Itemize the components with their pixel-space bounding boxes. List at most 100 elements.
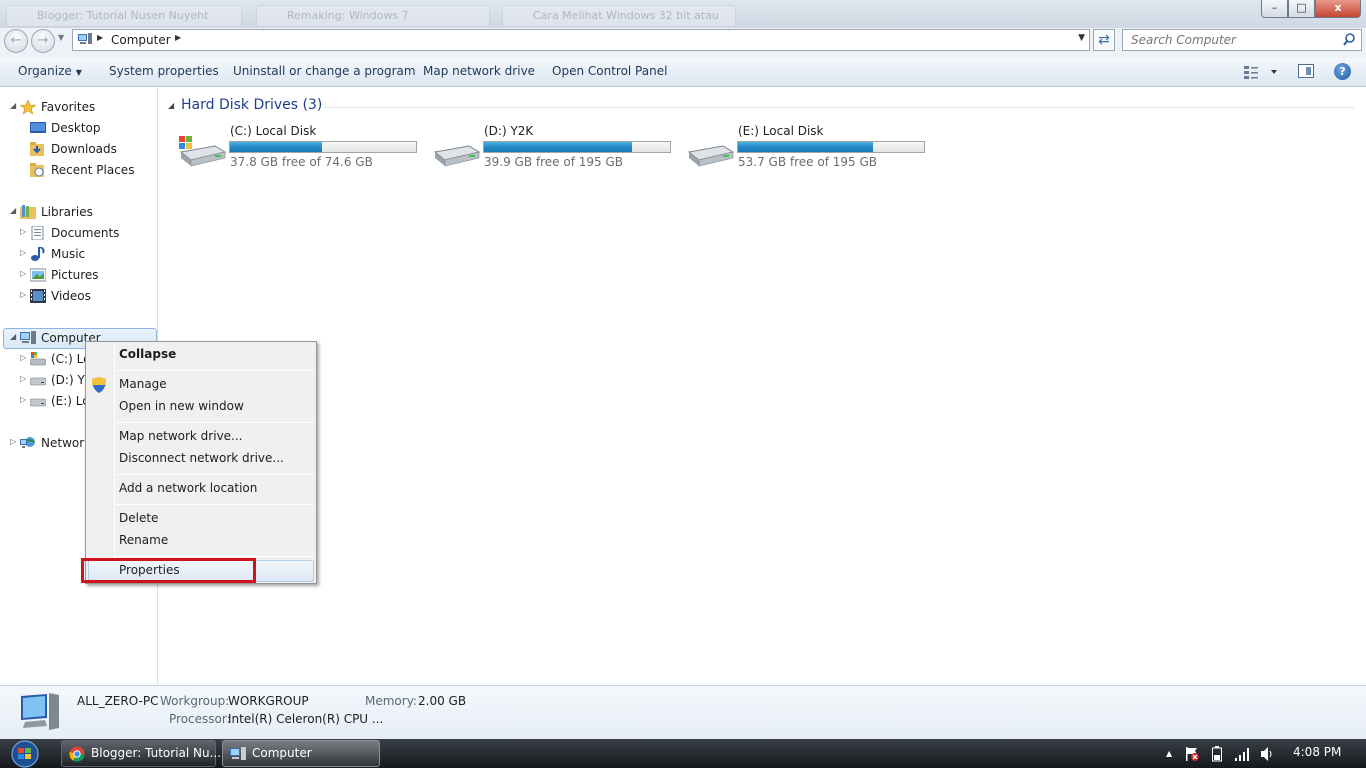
computer-icon [21, 693, 59, 730]
open-control-panel-button[interactable]: Open Control Panel [552, 64, 667, 78]
back-arrow-icon: ← [10, 33, 22, 48]
computer-name: ALL_ZERO-PC [77, 694, 159, 708]
processor-label: Processor: [169, 712, 231, 726]
refresh-button[interactable]: ⇄ [1093, 29, 1115, 51]
close-button[interactable]: x [1315, 0, 1361, 18]
window-titlebar: Blogger: Tutorial Nusen Nuyeht Remaking:… [0, 0, 1366, 28]
organize-label: Organize [18, 64, 72, 78]
menu-item-open-new-window[interactable]: Open in new window [119, 395, 244, 417]
breadcrumb-computer[interactable]: Computer [111, 33, 171, 47]
start-button[interactable] [4, 739, 46, 768]
menu-item-manage[interactable]: Manage [119, 373, 167, 395]
system-tray: ▲ 4:08 PM [1160, 739, 1366, 768]
uninstall-program-button[interactable]: Uninstall or change a program [233, 64, 416, 78]
command-bar: Organize ▼ System properties Uninstall or… [0, 58, 1366, 87]
back-button[interactable]: ← [4, 29, 28, 53]
recent-pages-dropdown-icon[interactable]: ▼ [58, 33, 64, 42]
menu-separator [116, 504, 314, 505]
address-dropdown-icon[interactable]: ▼ [1078, 33, 1085, 43]
collapsed-arrow-icon[interactable]: ▷ [20, 369, 26, 389]
system-properties-button[interactable]: System properties [109, 64, 219, 78]
libraries-icon [20, 205, 36, 219]
background-tab-label: Cara Melihat Windows 32 bit atau [533, 9, 719, 22]
taskbar-clock[interactable]: 4:08 PM [1293, 745, 1341, 759]
preview-pane-icon[interactable] [1298, 64, 1314, 78]
drive-name: (C:) Local Disk [230, 124, 317, 138]
collapsed-arrow-icon[interactable]: ▷ [10, 432, 16, 452]
background-browser-tab: Blogger: Tutorial Nusen Nuyeht [6, 5, 242, 27]
address-row: ← → ▼ ▶ Computer ▶ ▼ ⇄ [0, 28, 1366, 60]
action-center-flag-icon[interactable] [1184, 746, 1200, 762]
background-browser-tab: Remaking: Windows 7 [256, 5, 490, 27]
expanded-arrow-icon[interactable]: ◢ [10, 327, 16, 347]
taskbar-label: Computer [252, 746, 312, 760]
show-hidden-icons-icon[interactable]: ▲ [1166, 749, 1172, 758]
collapsed-arrow-icon[interactable]: ▷ [20, 264, 26, 284]
menu-separator [116, 422, 314, 423]
collapsed-arrow-icon[interactable]: ▷ [20, 348, 26, 368]
menu-item-rename[interactable]: Rename [119, 529, 168, 551]
menu-item-delete[interactable]: Delete [119, 507, 158, 529]
address-bar[interactable]: ▶ Computer ▶ ▼ [72, 29, 1090, 51]
nav-label: Documents [51, 226, 120, 240]
taskbar-explorer-button[interactable]: Computer [222, 740, 380, 767]
nav-label: Videos [51, 289, 91, 303]
downloads-folder-icon [30, 142, 44, 156]
drive-tile-d[interactable]: (D:) Y2K 39.9 GB free of 195 GB [431, 124, 681, 170]
search-icon[interactable] [1343, 33, 1355, 47]
expanded-arrow-icon[interactable]: ◢ [10, 96, 16, 116]
organize-button[interactable]: Organize ▼ [18, 64, 82, 78]
menu-separator [116, 370, 314, 371]
search-box[interactable] [1122, 29, 1362, 51]
computer-icon [230, 747, 246, 760]
minimize-button[interactable]: – [1261, 0, 1288, 18]
hard-drive-icon [30, 377, 46, 386]
collapsed-arrow-icon[interactable]: ▷ [20, 390, 26, 410]
workgroup-value: WORKGROUP [228, 694, 309, 708]
menu-item-disconnect-network-drive[interactable]: Disconnect network drive... [119, 447, 284, 469]
taskbar-chrome-button[interactable]: Blogger: Tutorial Nu... [61, 740, 221, 767]
taskbar: Blogger: Tutorial Nu... Computer ▲ 4:08 … [0, 739, 1366, 768]
forward-button[interactable]: → [31, 29, 55, 53]
uac-shield-icon [92, 377, 106, 393]
expanded-arrow-icon[interactable]: ◢ [10, 201, 16, 221]
drive-free-space: 39.9 GB free of 195 GB [484, 155, 623, 169]
drive-free-space: 37.8 GB free of 74.6 GB [230, 155, 373, 169]
help-icon[interactable]: ? [1334, 63, 1351, 80]
battery-icon[interactable] [1212, 746, 1222, 762]
workgroup-label: Workgroup: [160, 694, 230, 708]
chrome-icon [69, 746, 85, 762]
menu-item-map-network-drive[interactable]: Map network drive... [119, 425, 243, 447]
drive-name: (E:) Local Disk [738, 124, 824, 138]
collapsed-arrow-icon[interactable]: ▷ [20, 243, 26, 263]
drive-tile-c[interactable]: (C:) Local Disk 37.8 GB free of 74.6 GB [177, 124, 427, 170]
maximize-button[interactable]: □ [1288, 0, 1315, 18]
change-view-icon[interactable] [1243, 64, 1279, 80]
menu-item-add-network-location[interactable]: Add a network location [119, 477, 257, 499]
volume-icon[interactable] [1260, 746, 1274, 762]
network-icon [20, 437, 35, 448]
nav-label: Pictures [51, 268, 99, 282]
drive-tile-e[interactable]: (E:) Local Disk 53.7 GB free of 195 GB [685, 124, 935, 170]
group-header-hard-disk-drives[interactable]: Hard Disk Drives (3) [181, 97, 322, 113]
menu-separator [116, 474, 314, 475]
memory-label: Memory: [365, 694, 417, 708]
search-input[interactable] [1123, 30, 1333, 50]
menu-icon-gutter [114, 344, 115, 581]
drive-usage-fill [738, 142, 873, 152]
drive-usage-bar [483, 141, 671, 153]
signal-strength-icon[interactable] [1234, 747, 1250, 761]
menu-item-collapse[interactable]: Collapse [119, 343, 176, 365]
breadcrumb-chevron-icon[interactable]: ▶ [175, 33, 181, 42]
collapsed-arrow-icon[interactable]: ▷ [20, 285, 26, 305]
breadcrumb-chevron-icon[interactable]: ▶ [97, 33, 103, 42]
map-network-drive-button[interactable]: Map network drive [423, 64, 535, 78]
drive-usage-fill [484, 142, 632, 152]
group-collapse-icon[interactable]: ◢ [168, 101, 174, 110]
collapsed-arrow-icon[interactable]: ▷ [20, 222, 26, 242]
windows-drive-icon [179, 136, 227, 167]
chevron-down-icon: ▼ [75, 68, 82, 77]
star-icon [20, 100, 36, 114]
hard-drive-icon [30, 398, 46, 407]
details-pane: ALL_ZERO-PC Workgroup: WORKGROUP Memory:… [0, 685, 1366, 739]
